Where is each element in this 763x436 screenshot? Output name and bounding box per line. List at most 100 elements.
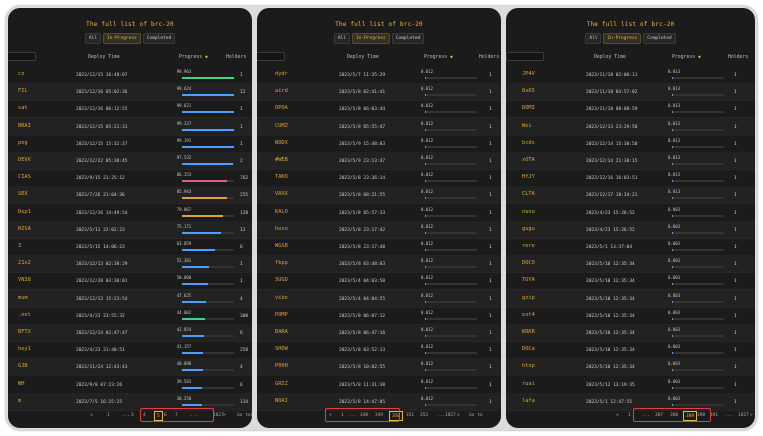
table-row[interactable]: Wei 2023/12/13 23:29:58 0.013 1 xyxy=(506,117,755,136)
ticker-link[interactable]: gzip xyxy=(522,295,535,302)
table-row[interactable]: H2SA 2023/5/11 22:02:23 75.171 12 xyxy=(8,220,252,239)
table-row[interactable]: WGSB 2023/5/8 23:17:48 0.012 1 xyxy=(257,238,501,256)
ticker-link[interactable]: JP4V xyxy=(522,71,535,78)
table-row[interactable]: VAXX 2023/5/8 08:21:55 0.012 1 xyxy=(257,186,501,205)
page-1[interactable]: 1 xyxy=(107,413,110,418)
ticker-link[interactable]: cz xyxy=(18,71,24,78)
ticker-link[interactable]: 8x65 xyxy=(522,88,535,95)
table-row[interactable]: SEX 2023/7/26 21:04:36 85.943 255 xyxy=(8,186,252,205)
ticker-link[interactable]: bcds xyxy=(522,140,535,147)
table-row[interactable]: rere 2023/5/1 13:37:04 0.003 1 xyxy=(506,238,755,256)
table-row[interactable]: VN38 2023/12/20 03:30:01 50.000 1 xyxy=(8,272,252,291)
page-Page[interactable]: Page xyxy=(251,413,252,418)
table-row[interactable]: dydr 2023/5/7 11:35:29 0.012 1 xyxy=(257,66,501,84)
ticker-link[interactable]: CLTA xyxy=(522,191,535,198)
ticker-link[interactable]: 21x2 xyxy=(18,260,31,267)
table-row[interactable]: BFTX 2023/12/14 02:47:47 42.854 6 xyxy=(8,324,252,342)
table-row[interactable]: FIL 2023/12/16 05:02:36 99.624 12 xyxy=(8,83,252,102)
column-progress[interactable]: Progress ◆ xyxy=(672,55,701,60)
table-row[interactable]: SUGD 2023/5/4 04:03:50 0.012 1 xyxy=(257,272,501,291)
ticker-link[interactable]: CUMZ xyxy=(275,123,288,130)
ticker-link[interactable]: gugu xyxy=(522,226,535,233)
page-1827[interactable]: 1827 xyxy=(738,413,749,418)
table-row[interactable]: TAKO 2023/5/8 23:36:14 0.012 1 xyxy=(257,169,501,188)
table-row[interactable]: xOTA 2023/12/14 21:38:15 0.013 1 xyxy=(506,152,755,170)
tab-in-progress[interactable]: In-Progress xyxy=(603,33,642,44)
ticker-link[interactable]: fkpp xyxy=(275,260,288,267)
ticker-link[interactable]: HYJY xyxy=(522,174,535,181)
ticker-link[interactable]: POMP xyxy=(275,312,288,319)
table-row[interactable]: Dep1 2023/12/16 14:49:54 79.067 128 xyxy=(8,204,252,222)
table-row[interactable]: 8x65 2023/11/18 03:57:02 0.013 1 xyxy=(506,83,755,102)
table-row[interactable]: mum 2023/12/12 15:23:54 47.625 4 xyxy=(8,289,252,308)
ticker-link[interactable]: NH xyxy=(18,381,24,388)
sort-icon[interactable]: ◆ xyxy=(698,55,701,60)
table-row[interactable]: NH 2023/9/8 07:23:26 39.583 6 xyxy=(8,376,252,394)
page-391[interactable]: 391 xyxy=(710,413,718,418)
ticker-link[interactable]: NODX xyxy=(275,140,288,147)
table-row[interactable]: DOCa 2023/5/10 12:35:34 0.003 1 xyxy=(506,341,755,360)
ticker-link[interactable]: sat xyxy=(18,105,28,112)
table-row[interactable]: .net 2023/4/23 23:55:32 44.002 300 xyxy=(8,307,252,325)
table-row[interactable]: 3 2023/5/15 14:06:23 63.059 6 xyxy=(8,238,252,256)
table-row[interactable]: CLTA 2023/12/17 18:34:21 0.013 1 xyxy=(506,186,755,205)
ticker-link[interactable]: DOCO xyxy=(522,260,535,267)
ticker-link[interactable]: lafa xyxy=(522,398,535,405)
page-352[interactable]: 352 xyxy=(420,413,428,418)
ticker-link[interactable]: WGSB xyxy=(275,243,288,250)
column-progress[interactable]: Progress ◆ xyxy=(424,55,453,60)
page-351[interactable]: 351 xyxy=(406,413,414,418)
ticker-link[interactable]: htop xyxy=(522,363,535,370)
table-row[interactable]: GRIZ 2023/5/8 11:31:38 0.012 1 xyxy=(257,376,501,394)
ticker-link[interactable]: NOAI xyxy=(275,398,288,405)
ticker-link[interactable]: H2SA xyxy=(18,226,31,233)
table-row[interactable]: KALO 2023/5/8 05:57:33 0.012 1 xyxy=(257,204,501,222)
ticker-link[interactable]: ruai xyxy=(522,381,535,388)
page-prev[interactable]: < xyxy=(90,413,93,418)
ticker-link[interactable]: png xyxy=(18,140,28,147)
table-row[interactable]: DEVV 2023/12/22 05:38:45 97.532 2 xyxy=(8,152,252,170)
table-row[interactable]: aird 2023/5/8 02:41:41 0.012 1 xyxy=(257,83,501,102)
table-row[interactable]: BARA 2023/5/8 06:47:16 0.012 1 xyxy=(257,324,501,342)
ticker-link[interactable]: 3 xyxy=(18,243,21,250)
table-row[interactable]: GJB 2023/11/24 12:43:43 40.090 4 xyxy=(8,358,252,377)
tab-all[interactable]: All xyxy=(333,33,350,44)
table-row[interactable]: lafa 2023/5/1 12:47:55 0.003 1 xyxy=(506,392,755,411)
table-row[interactable]: fkpp 2023/5/8 03:48:03 0.012 1 xyxy=(257,255,501,274)
tab-completed[interactable]: Completed xyxy=(643,33,676,44)
ticker-link[interactable]: rere xyxy=(522,243,535,250)
tab-all[interactable]: All xyxy=(84,33,101,44)
ticker-link[interactable]: SUGD xyxy=(275,277,288,284)
table-row[interactable]: CIAS 2023/9/15 21:25:12 86.153 762 xyxy=(8,169,252,188)
ticker-link[interactable]: SEX xyxy=(18,191,28,198)
tab-completed[interactable]: Completed xyxy=(391,33,425,44)
ticker-link[interactable]: KRKR xyxy=(522,329,535,336)
table-row[interactable]: ext4 2023/5/10 12:35:34 0.003 1 xyxy=(506,307,755,325)
ticker-link[interactable]: ext4 xyxy=(522,312,535,319)
ticker-link[interactable]: TAKO xyxy=(275,174,288,181)
table-row[interactable]: DOCO 2023/5/10 12:35:34 0.003 1 xyxy=(506,255,755,274)
page-1[interactable]: 1 xyxy=(628,413,631,418)
ticker-link[interactable]: BARA xyxy=(275,329,288,336)
table-row[interactable]: DOMI 2023/11/18 08:08:59 0.013 1 xyxy=(506,100,755,119)
table-row[interactable]: BRAI 2023/12/15 05:21:31 99.337 1 xyxy=(8,117,252,136)
table-row[interactable]: hey1 2023/4/23 21:40:51 41.157 258 xyxy=(8,341,252,360)
column-progress[interactable]: Progress ◆ xyxy=(179,55,208,60)
ticker-link[interactable]: VAXX xyxy=(275,191,288,198)
table-row[interactable]: png 2023/12/15 15:32:37 99.191 1 xyxy=(8,135,252,153)
ticker-link[interactable]: dydr xyxy=(275,71,288,78)
ticker-link[interactable]: #WEB xyxy=(275,157,288,164)
table-row[interactable]: HYJY 2023/12/16 16:03:51 0.013 1 xyxy=(506,169,755,188)
ticker-link[interactable]: KALO xyxy=(275,209,288,216)
table-row[interactable]: #WEB 2023/5/9 23:13:47 0.012 1 xyxy=(257,152,501,170)
table-row[interactable]: vibe 2023/5/4 04:04:55 0.012 1 xyxy=(257,289,501,308)
ticker-link[interactable]: TUYA xyxy=(522,277,535,284)
ticker-link[interactable]: DOMI xyxy=(522,105,535,112)
table-row[interactable]: nunu 2023/4/23 15:26:52 0.003 1 xyxy=(506,204,755,222)
page-next[interactable]: > xyxy=(750,413,753,418)
table-row[interactable]: cz 2023/12/15 16:48:07 99.963 1 xyxy=(8,66,252,84)
table-row[interactable]: 21x2 2023/12/13 02:38:29 52.381 1 xyxy=(8,255,252,274)
table-row[interactable]: TUYA 2023/5/10 12:35:34 0.003 1 xyxy=(506,272,755,291)
table-row[interactable]: ruai 2023/5/12 13:19:35 0.003 1 xyxy=(506,376,755,394)
ticker-link[interactable]: GRIZ xyxy=(275,381,288,388)
